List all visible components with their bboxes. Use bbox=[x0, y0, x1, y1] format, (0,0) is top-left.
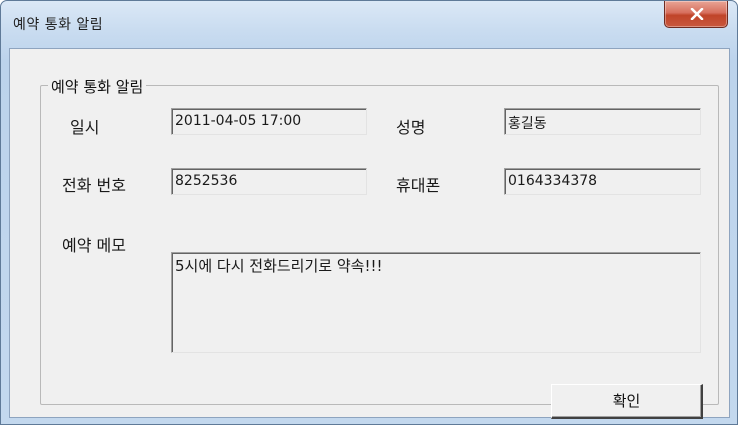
dialog-client-area: 예약 통화 알림 일시 2011-04-05 17:00 성명 홍길동 전화 번… bbox=[9, 48, 730, 419]
memo-label: 예약 메모 bbox=[62, 236, 126, 255]
close-button[interactable] bbox=[664, 1, 728, 28]
mobile-label: 휴대폰 bbox=[396, 176, 441, 195]
window-title: 예약 통화 알림 bbox=[13, 17, 104, 33]
phone-field[interactable]: 8252536 bbox=[171, 168, 367, 195]
datetime-field[interactable]: 2011-04-05 17:00 bbox=[171, 108, 367, 135]
close-icon bbox=[690, 8, 704, 20]
datetime-label: 일시 bbox=[70, 118, 100, 137]
group-legend: 예약 통화 알림 bbox=[48, 76, 147, 97]
name-label: 성명 bbox=[396, 118, 426, 137]
dialog-window: 예약 통화 알림 예약 통화 알림 일시 2011-04-05 17:00 성명… bbox=[0, 0, 738, 425]
mobile-field[interactable]: 0164334378 bbox=[504, 168, 701, 195]
memo-textarea[interactable]: 5시에 다시 전화드리기로 약속!!! bbox=[171, 252, 701, 353]
ok-button[interactable]: 확인 bbox=[551, 384, 703, 419]
phone-label: 전화 번호 bbox=[62, 176, 126, 195]
name-field[interactable]: 홍길동 bbox=[504, 108, 701, 135]
title-bar[interactable]: 예약 통화 알림 bbox=[1, 1, 737, 49]
